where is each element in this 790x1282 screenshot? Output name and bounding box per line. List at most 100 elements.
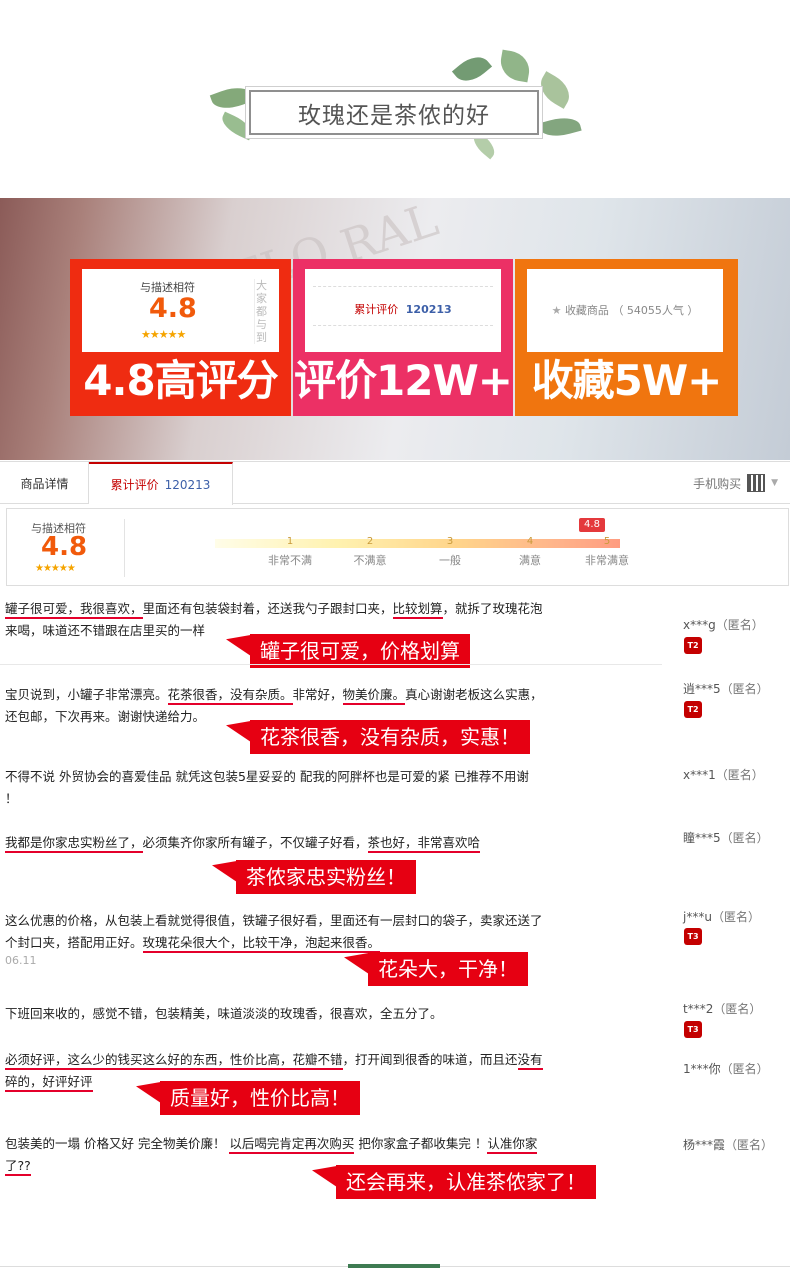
review-text: 我都是你家忠实粉丝了，必须集齐你家所有罐子，不仅罐子好看，茶也好，非常喜欢哈 bbox=[5, 832, 545, 854]
tab-reviews[interactable]: 累计评价 120213 bbox=[89, 462, 233, 505]
reviewer-name: j***u bbox=[683, 910, 712, 924]
rating-tick: 5 bbox=[603, 536, 611, 547]
level-badge: T3 bbox=[684, 1021, 702, 1038]
favorites-card-inner: ★ 收藏商品 （ 54055人气 ） bbox=[527, 269, 723, 352]
leaf-decoration bbox=[209, 81, 255, 115]
review-callout: 还会再来，认准茶侬家了！ bbox=[336, 1165, 596, 1199]
tab-reviews-label: 累计评价 bbox=[110, 478, 159, 492]
highlight: 花茶很香，没有杂质。 bbox=[167, 687, 293, 705]
rating-bar bbox=[215, 539, 620, 548]
anonymous-label: （匿名） bbox=[725, 1138, 774, 1152]
reviews-count: 120213 bbox=[405, 303, 452, 316]
rating-tick-label: 满意 bbox=[519, 554, 541, 567]
highlight: 物美价廉。 bbox=[342, 687, 406, 705]
level-badge: T2 bbox=[684, 637, 702, 654]
highlight: 比较划算 bbox=[392, 601, 443, 619]
leaf-decoration bbox=[451, 49, 493, 89]
reviews-label: 累计评价 bbox=[354, 303, 399, 316]
rating-tick-label: 非常不满 bbox=[268, 554, 312, 567]
mobile-buy-button[interactable]: 手机购买 ▼ bbox=[693, 474, 778, 492]
review-text: 不得不说 外贸协会的喜爱佳品 就凭这包装5星妥妥的 配我的阿胖杯也是可爱的紧 已… bbox=[5, 766, 545, 810]
anonymous-label: （匿名） bbox=[715, 618, 764, 632]
rating-tick-label: 非常满意 bbox=[585, 554, 629, 567]
leaf-decoration bbox=[538, 113, 582, 141]
rating-tick-label: 一般 bbox=[439, 554, 461, 567]
review-text: 这么优惠的价格，从包装上看就觉得很值，铁罐子很好看，里面还有一层封口的袋子，卖家… bbox=[5, 910, 545, 954]
leaf-decoration bbox=[497, 49, 533, 83]
highlight: 以后喝完肯定再次购买 bbox=[229, 1136, 355, 1154]
review-fragment: 非常好， bbox=[292, 687, 343, 702]
review-date: 06.11 bbox=[5, 954, 37, 967]
review-callout: 花茶很香，没有杂质，实惠！ bbox=[250, 720, 530, 754]
level-badge: T2 bbox=[684, 701, 702, 718]
review-fragment: 里面还有包装袋封着，还送我勺子跟封口夹， bbox=[142, 601, 393, 616]
reviewer-name: 瞳***5 bbox=[683, 831, 721, 845]
star-icon: ★★★★★ bbox=[35, 563, 76, 574]
review-fragment: 必须集齐你家所有罐子，不仅罐子好看， bbox=[142, 835, 368, 850]
reviewer: x***g（匿名） bbox=[683, 616, 764, 633]
review-fragment: 包装美的一塌 价格又好 完全物美价廉！ bbox=[5, 1136, 230, 1151]
tab-bar: 商品详情 累计评价 120213 手机购买 ▼ bbox=[0, 461, 790, 505]
side-text: 大家都与到 bbox=[254, 279, 267, 344]
rating-tick-label: 不满意 bbox=[353, 554, 387, 567]
reviewer-name: 逍***5 bbox=[683, 682, 721, 696]
anonymous-label: （匿名） bbox=[720, 831, 769, 845]
tab-details[interactable]: 商品详情 bbox=[1, 462, 89, 504]
reviews-big-text: 评价12W+ bbox=[294, 356, 513, 405]
highlight: 我都是你家忠实粉丝了， bbox=[5, 835, 143, 853]
reviewer: 杨***霞（匿名） bbox=[683, 1136, 773, 1153]
rating-flag: 4.8 bbox=[579, 518, 605, 532]
rating-tick: 2 bbox=[366, 536, 374, 547]
rating-tick: 3 bbox=[446, 536, 454, 547]
reviewer: t***2（匿名） bbox=[683, 1000, 761, 1017]
reviewer: j***u（匿名） bbox=[683, 908, 760, 925]
tab-reviews-count: 120213 bbox=[164, 477, 211, 492]
reviewer-name: 杨***霞 bbox=[683, 1138, 726, 1152]
review-callout: 茶侬家忠实粉丝！ bbox=[236, 860, 416, 894]
anonymous-label: （匿名） bbox=[711, 910, 760, 924]
level-badge: T3 bbox=[684, 928, 702, 945]
reviewer-name: 1***你 bbox=[683, 1062, 721, 1076]
reviewer: 瞳***5（匿名） bbox=[683, 829, 769, 846]
reviewer-name: x***g bbox=[683, 618, 716, 632]
top-banner: 玫瑰还是茶侬的好 bbox=[0, 0, 790, 195]
anonymous-label: （匿名） bbox=[720, 1062, 769, 1076]
match-score: 4.8 bbox=[149, 293, 197, 324]
star-icon: ★ bbox=[551, 304, 562, 317]
banner-title: 玫瑰还是茶侬的好 bbox=[249, 90, 539, 135]
rating-big-text: 4.8高评分 bbox=[83, 356, 278, 405]
leaf-decoration bbox=[534, 71, 576, 109]
anonymous-label: （匿名） bbox=[720, 682, 769, 696]
review-fragment: 下班回来收的，感觉不错，包装精美，味道淡淡的玫瑰香，很喜欢，全五分了。 bbox=[5, 1006, 443, 1021]
star-icon: ★★★★★ bbox=[141, 328, 186, 341]
reviewer: x***1（匿名） bbox=[683, 766, 764, 783]
review-callout: 花朵大，干净！ bbox=[368, 952, 528, 986]
mobile-buy-label: 手机购买 bbox=[693, 476, 742, 491]
review-fragment: 不得不说 外贸协会的喜爱佳品 就凭这包装5星妥妥的 配我的阿胖杯也是可爱的紧 已… bbox=[5, 769, 529, 806]
review-callout: 质量好，性价比高！ bbox=[160, 1081, 360, 1115]
footer-accent bbox=[348, 1264, 440, 1268]
review-fragment: 把你家盒子都收集完 ！ bbox=[354, 1136, 488, 1151]
reviewer: 1***你（匿名） bbox=[683, 1060, 769, 1077]
review-text: 下班回来收的，感觉不错，包装精美，味道淡淡的玫瑰香，很喜欢，全五分了。 bbox=[5, 1003, 545, 1025]
review-fragment: 宝贝说到，小罐子非常漂亮。 bbox=[5, 687, 168, 702]
highlight: 必须好评，这么少的钱买这么好的东西，性价比高，花瓣不错 bbox=[5, 1052, 343, 1070]
reviews-card-inner: 累计评价 120213 bbox=[305, 269, 501, 352]
reviews-card: 累计评价 120213 评价12W+ bbox=[293, 259, 513, 416]
rating-summary: 与描述相符 4.8 ★★★★★ 4.8 1 2 3 4 5 非常不满 不满意 一… bbox=[6, 508, 789, 586]
favorites-card: ★ 收藏商品 （ 54055人气 ） 收藏5W+ bbox=[515, 259, 738, 416]
reviewer-name: t***2 bbox=[683, 1002, 714, 1016]
rating-card-inner: 与描述相符 4.8 ★★★★★ 大家都与到 bbox=[82, 269, 279, 352]
anonymous-label: （匿名） bbox=[713, 1002, 762, 1016]
rating-tick: 1 bbox=[286, 536, 294, 547]
rating-tick: 4 bbox=[526, 536, 534, 547]
favorites-label: 收藏商品 bbox=[564, 304, 609, 317]
rating-card: 与描述相符 4.8 ★★★★★ 大家都与到 4.8高评分 bbox=[70, 259, 291, 416]
favorites-big-text: 收藏5W+ bbox=[531, 356, 723, 405]
reviewer-name: x***1 bbox=[683, 768, 716, 782]
summary-score: 4.8 bbox=[41, 532, 88, 562]
highlight: 茶也好，非常喜欢哈 bbox=[367, 835, 481, 853]
review-fragment: ，打开闻到很香的味道，而且还 bbox=[342, 1052, 518, 1067]
highlight: 罐子很可爱，我很喜欢， bbox=[5, 601, 143, 619]
favorites-popularity: （ 54055人气 ） bbox=[612, 304, 699, 317]
